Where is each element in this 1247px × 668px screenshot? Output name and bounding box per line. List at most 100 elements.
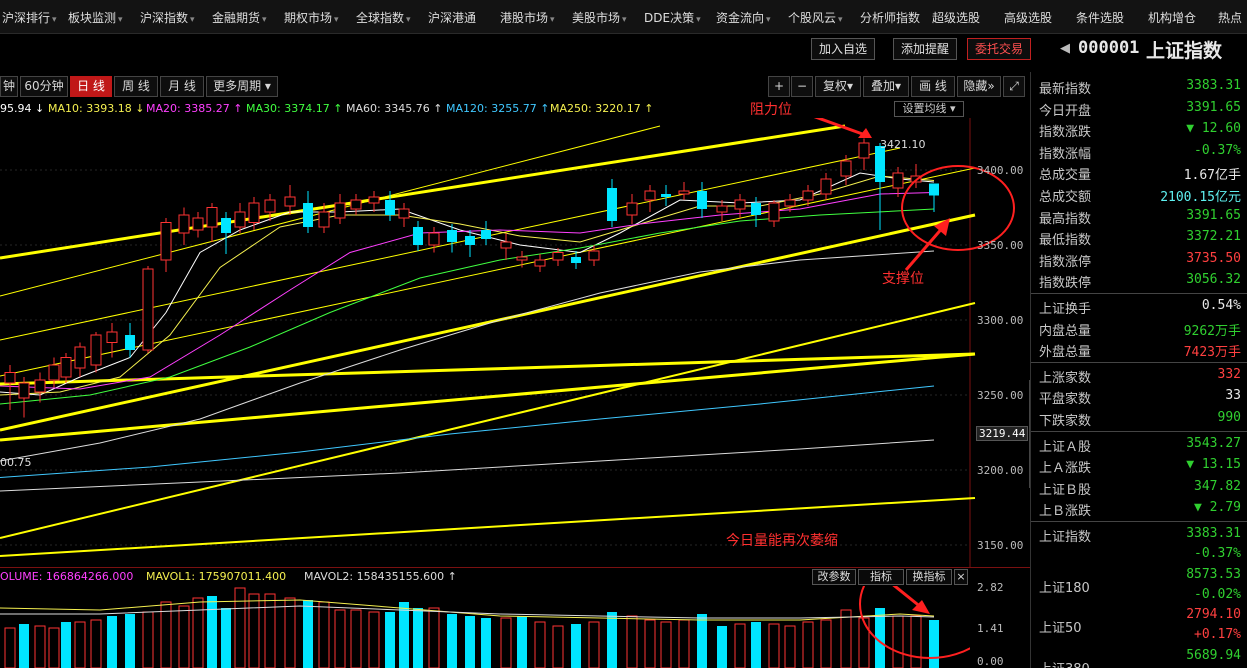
quote-row: 最高指数 3391.65 — [1039, 206, 1241, 227]
volume-bar — [178, 605, 190, 668]
nav-futures[interactable]: 金融期货 ▾ — [212, 9, 267, 26]
dropdown-icon: ▾ — [894, 79, 902, 93]
draw-line-button[interactable]: 画 线 — [911, 76, 955, 97]
edit-params-button[interactable]: 改参数 — [812, 569, 856, 585]
fullscreen-icon[interactable]: ⤢ — [1003, 76, 1025, 97]
index-row[interactable]: 上证180 8573.53 -0.02% — [1039, 565, 1241, 605]
zoom-out-button[interactable]: − — [791, 76, 813, 97]
nav-hot[interactable]: 热点 — [1218, 9, 1242, 26]
trade-button[interactable]: 委托交易 — [967, 38, 1031, 60]
quote-value: ▼ 12.60 — [1186, 121, 1241, 137]
volume-bar — [264, 593, 276, 668]
indicator-button[interactable]: 指标 — [858, 569, 904, 585]
quote-label: 平盘家数 — [1039, 392, 1092, 408]
quote-row: 最新指数 3383.31 — [1039, 76, 1241, 97]
nav-condition-pick[interactable]: 条件选股 — [1076, 9, 1124, 26]
nav-stock[interactable]: 个股风云 ▾ — [788, 9, 843, 26]
candle-body — [858, 142, 870, 159]
nav-advanced-pick[interactable]: 高级选股 — [1004, 9, 1052, 26]
nav-sector-monitor[interactable]: 板块监测 ▾ — [68, 9, 123, 26]
volume-bar — [892, 615, 904, 668]
quote-row: 平盘家数 33 — [1039, 386, 1241, 407]
nav-index[interactable]: 沪深指数 ▾ — [140, 9, 195, 26]
candlestick-chart[interactable] — [0, 118, 1030, 568]
candle-body — [125, 335, 135, 350]
adjust-button[interactable]: 复权▾ — [815, 76, 861, 97]
volume-bar — [74, 621, 86, 668]
volume-bar — [90, 619, 102, 668]
nav-ranking[interactable]: 沪深排行 ▾ — [2, 9, 57, 26]
ma60-value: MA60: 3345.76 — [346, 102, 430, 115]
nav-options[interactable]: 期权市场 ▾ — [284, 9, 339, 26]
dropdown-icon: ▾ — [406, 15, 411, 25]
index-row[interactable]: 上证50 2794.10 +0.17% — [1039, 605, 1241, 645]
period-minute[interactable]: 钟 — [0, 76, 18, 97]
nav-connect[interactable]: 沪深港通 — [428, 9, 476, 26]
nav-global[interactable]: 全球指数 ▾ — [356, 9, 411, 26]
period-more[interactable]: 更多周期 ▾ — [206, 76, 278, 97]
dropdown-icon: ▾ — [52, 15, 57, 25]
volume-bar — [929, 620, 939, 668]
dropdown-icon: ▾ — [261, 79, 271, 93]
index-row[interactable]: 上证指数 3383.31 -0.37% — [1039, 524, 1241, 564]
candle-body — [571, 257, 581, 263]
candle-body — [697, 191, 707, 209]
candle-body — [840, 160, 852, 177]
volume-bar — [678, 619, 690, 668]
quote-label: 上证Ａ股 — [1039, 439, 1092, 455]
add-alert-button[interactable]: 添加提醒 — [893, 38, 957, 60]
y-label-3300: 3300.00 — [977, 314, 1024, 327]
nav-institution[interactable]: 机构增仓 — [1148, 9, 1196, 26]
index-row[interactable]: 上证3805689.94-0.80% — [1039, 646, 1241, 668]
volume-bar — [820, 619, 832, 668]
quote-value: 3735.50 — [1186, 250, 1241, 266]
nav-analyst[interactable]: 分析师指数 — [860, 9, 920, 26]
quote-row: 指数跌停 3056.32 — [1039, 270, 1241, 291]
nav-dde[interactable]: DDE决策 ▾ — [644, 9, 701, 26]
nav-us[interactable]: 美股市场 ▾ — [572, 9, 627, 26]
nav-fund-flow[interactable]: 资金流向 ▾ — [716, 9, 771, 26]
period-60min[interactable]: 60分钟 — [20, 76, 68, 97]
candle-body — [398, 208, 410, 219]
candle-body — [716, 205, 728, 213]
period-week[interactable]: 周 线 — [114, 76, 158, 97]
index-label: 上证50 — [1039, 621, 1082, 636]
close-icon[interactable]: × — [954, 569, 968, 585]
quote-value: -0.37% — [1194, 142, 1241, 158]
overlay-label: 叠加 — [870, 79, 895, 93]
ma120-value: MA120: 3255.77 — [446, 102, 537, 115]
volume-bar — [784, 625, 796, 668]
quote-row: 上Ｂ涨跌 ▼ 2.79 — [1039, 498, 1241, 519]
volume-label: OLUME: 166864266.000 — [0, 570, 134, 583]
nav-hk[interactable]: 港股市场 ▾ — [500, 9, 555, 26]
hide-button[interactable]: 隐藏» — [957, 76, 1001, 97]
add-watchlist-button[interactable]: 加入自选 — [811, 38, 875, 60]
dropdown-icon: ▾ — [190, 15, 195, 25]
nav-super-pick[interactable]: 超级选股 — [932, 9, 980, 26]
period-month[interactable]: 月 线 — [160, 76, 204, 97]
trend-line — [0, 352, 976, 386]
vol-label-zero: 0.00 — [977, 655, 1004, 668]
zoom-in-button[interactable]: + — [768, 76, 790, 97]
back-arrow-icon[interactable]: ◀ — [1060, 41, 1070, 56]
volume-bar — [644, 619, 656, 668]
candle-body — [875, 146, 885, 182]
volume-bar — [517, 616, 527, 668]
index-value: 3383.31 — [1186, 526, 1241, 541]
overlay-button[interactable]: 叠加▾ — [863, 76, 909, 97]
panel-separator — [1031, 293, 1247, 294]
switch-indicator-button[interactable]: 换指标 — [906, 569, 952, 585]
quote-row: 上证Ａ股 3543.27 — [1039, 434, 1241, 455]
period-day[interactable]: 日 线 — [70, 76, 112, 97]
quote-label: 上证Ｂ股 — [1039, 482, 1092, 498]
volume-bar — [447, 614, 457, 668]
quote-label: 上证换手 — [1039, 302, 1092, 317]
quote-row: 总成交额 2100.15亿元 — [1039, 184, 1241, 205]
panel-separator — [1031, 430, 1247, 432]
set-ma-button[interactable]: 设置均线 ▾ — [894, 101, 964, 117]
ma250-label: MA250: 3220.17 ↑ — [550, 102, 654, 115]
trend-line — [0, 147, 901, 341]
volume-bar — [19, 624, 29, 668]
candle-body — [465, 236, 475, 245]
volume-bar — [34, 625, 46, 668]
